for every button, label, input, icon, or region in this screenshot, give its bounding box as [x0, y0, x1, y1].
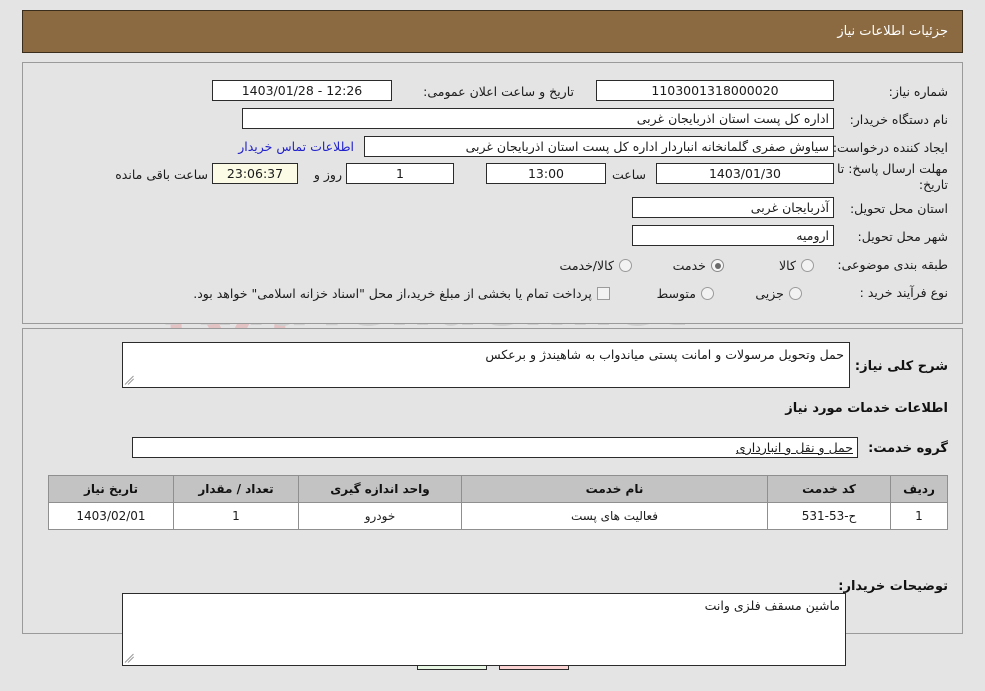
province-label: استان محل تحویل:	[849, 201, 948, 216]
col-row: ردیف	[890, 475, 948, 503]
category-radio-kala-khedmat[interactable]	[619, 259, 632, 272]
hour-label: ساعت	[611, 167, 646, 182]
buyer-notes-text: ماشین مسقف فلزی وانت	[704, 598, 840, 613]
process-radio-motavasset[interactable]	[701, 287, 714, 300]
city-label: شهر محل تحویل:	[857, 229, 948, 244]
need-details-panel: شرح کلی نیاز: حمل وتحویل مرسولات و امانت…	[22, 328, 963, 666]
col-qty: تعداد / مقدار	[173, 475, 299, 503]
category-option-khedmat[interactable]: خدمت	[673, 255, 724, 274]
need-info-panel: شماره نیاز: 1103001318000020 تاریخ و ساع…	[22, 62, 963, 324]
process-radio-jozi[interactable]	[789, 287, 802, 300]
requester-value: سیاوش صفری گلمانخانه انباردار اداره کل پ…	[364, 136, 834, 157]
col-unit: واحد اندازه گیری	[298, 475, 462, 503]
announcement-value: 1403/01/28 - 12:26	[212, 80, 392, 101]
services-section-title: اطلاعات خدمات مورد نیاز	[785, 401, 948, 416]
buyer-contact-link[interactable]: اطلاعات تماس خریدار	[238, 139, 354, 154]
announcement-label: تاریخ و ساعت اعلان عمومی:	[423, 84, 574, 99]
city-value: ارومیه	[632, 225, 834, 246]
cell-row: 1	[890, 502, 948, 530]
category-label: طبقه بندی موضوعی:	[837, 257, 948, 272]
col-name: نام خدمت	[461, 475, 768, 503]
countdown-timer-value: 23:06:37	[212, 163, 298, 184]
page-root: AriaTender.net جزئیات اطلاعات نیاز شماره…	[0, 0, 985, 691]
category-radio-khedmat[interactable]	[711, 259, 724, 272]
page-title: جزئیات اطلاعات نیاز	[837, 24, 948, 39]
col-code: کد خدمت	[767, 475, 891, 503]
process-label-motavasset: متوسط	[656, 286, 696, 301]
col-date: تاریخ نیاز	[48, 475, 174, 503]
table-header-row: ردیف کد خدمت نام خدمت واحد اندازه گیری ت…	[48, 475, 948, 503]
description-text: حمل وتحویل مرسولات و امانت پستی میاندواب…	[485, 347, 844, 362]
resize-grip-icon[interactable]	[124, 374, 137, 386]
process-label-jozi: جزیی	[755, 286, 784, 301]
buyer-org-label: نام دستگاه خریدار:	[849, 112, 948, 127]
table-row: 1 ح-53-531 فعالیت های پست خودرو 1 1403/0…	[48, 502, 948, 530]
process-label: نوع فرآیند خرید :	[859, 285, 948, 300]
buyer-notes-textarea[interactable]: ماشین مسقف فلزی وانت	[122, 593, 846, 666]
description-textarea[interactable]: حمل وتحویل مرسولات و امانت پستی میاندواب…	[122, 342, 850, 388]
buyer-org-value: اداره کل پست استان اذربایجان غربی	[242, 108, 834, 129]
buyer-notes-label: توضیحات خریدار:	[838, 579, 948, 594]
treasury-checkbox-group[interactable]: پرداخت تمام یا بخشی از مبلغ خرید،از محل …	[193, 283, 610, 302]
days-label: روز و	[313, 167, 342, 182]
deadline-label: مهلت ارسال پاسخ: تا تاریخ:	[837, 161, 948, 192]
process-option-jozi[interactable]: جزیی	[755, 283, 802, 302]
cell-date: 1403/02/01	[48, 502, 174, 530]
service-group-value: حمل و نقل و انبارداری	[132, 437, 858, 458]
countdown-timer-label: ساعت باقی مانده	[115, 167, 208, 182]
process-option-motavasset[interactable]: متوسط	[657, 283, 714, 302]
need-number-label: شماره نیاز:	[888, 84, 948, 99]
category-option-kala[interactable]: کالا	[779, 255, 814, 274]
cell-name: فعالیت های پست	[461, 502, 768, 530]
services-table: ردیف کد خدمت نام خدمت واحد اندازه گیری ت…	[48, 475, 948, 530]
need-number-value: 1103001318000020	[596, 80, 834, 101]
category-label-khedmat: خدمت	[672, 258, 706, 273]
category-radio-kala[interactable]	[801, 259, 814, 272]
description-label: شرح کلی نیاز:	[854, 359, 948, 374]
province-value: آذربایجان غربی	[632, 197, 834, 218]
category-option-kala-khedmat[interactable]: کالا/خدمت	[560, 255, 632, 274]
treasury-checkbox[interactable]	[597, 287, 610, 300]
cell-code: ح-53-531	[767, 502, 891, 530]
page-header: جزئیات اطلاعات نیاز	[22, 10, 963, 53]
cell-unit: خودرو	[298, 502, 462, 530]
treasury-checkbox-label: پرداخت تمام یا بخشی از مبلغ خرید،از محل …	[193, 286, 592, 301]
category-label-kala-khedmat: کالا/خدمت	[559, 258, 614, 273]
days-remaining-value: 1	[346, 163, 454, 184]
hour-value: 13:00	[486, 163, 606, 184]
resize-grip-icon-notes[interactable]	[124, 652, 137, 664]
deadline-date-value: 1403/01/30	[656, 163, 834, 184]
category-label-kala: کالا	[779, 258, 796, 273]
cell-qty: 1	[173, 502, 299, 530]
service-group-label: گروه خدمت:	[868, 441, 948, 456]
